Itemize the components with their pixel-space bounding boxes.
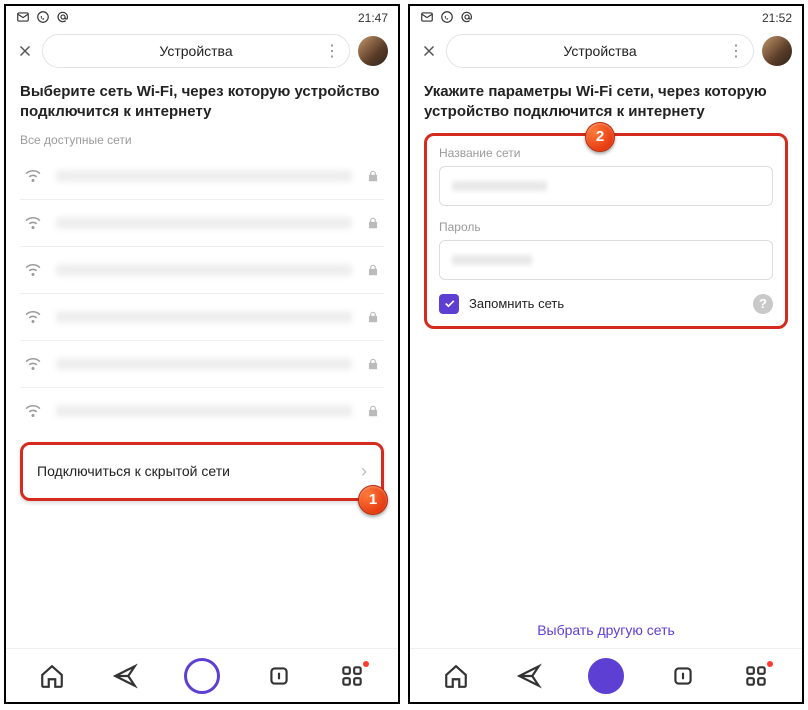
- hidden-network-label: Подключиться к скрытой сети: [37, 463, 230, 479]
- ssid-input[interactable]: [439, 166, 773, 206]
- clock-time: 21:47: [358, 11, 388, 25]
- more-icon[interactable]: ⋮: [728, 41, 743, 61]
- wifi-icon: [24, 402, 42, 420]
- close-icon[interactable]: [420, 42, 438, 60]
- wifi-icon: [24, 308, 42, 326]
- nav-tabs-icon[interactable]: [266, 663, 292, 689]
- nav-grid-icon[interactable]: [743, 663, 769, 689]
- lock-icon: [366, 263, 380, 277]
- at-icon: [460, 10, 474, 27]
- remember-label: Запомнить сеть: [469, 296, 564, 311]
- wifi-ssid-blurred: [56, 217, 352, 229]
- nav-send-icon[interactable]: [112, 663, 138, 689]
- other-network-link[interactable]: Выбрать другую сеть: [424, 622, 788, 648]
- nav-home-icon[interactable]: [443, 663, 469, 689]
- password-value-blurred: [452, 255, 532, 265]
- annotation-badge: 2: [585, 122, 615, 152]
- at-icon: [56, 10, 70, 27]
- lock-icon: [366, 216, 380, 230]
- app-header: Устройства ⋮: [410, 28, 802, 78]
- password-input[interactable]: [439, 240, 773, 280]
- help-icon[interactable]: ?: [753, 294, 773, 314]
- nav-alice-icon[interactable]: [588, 658, 624, 694]
- avatar[interactable]: [762, 36, 792, 66]
- close-icon[interactable]: [16, 42, 34, 60]
- bottom-nav: [6, 648, 398, 702]
- hidden-network-button[interactable]: Подключиться к скрытой сети ›: [23, 445, 381, 498]
- wifi-icon: [24, 355, 42, 373]
- lock-icon: [366, 169, 380, 183]
- page-heading: Укажите параметры Wi-Fi сети, через кото…: [424, 82, 788, 123]
- wifi-ssid-blurred: [56, 405, 352, 417]
- annotation-badge: 1: [358, 485, 388, 515]
- mail-icon: [420, 10, 434, 27]
- notification-dot: [363, 661, 369, 667]
- nav-home-icon[interactable]: [39, 663, 65, 689]
- lock-icon: [366, 357, 380, 371]
- wifi-list-item[interactable]: [20, 388, 384, 434]
- nav-send-icon[interactable]: [516, 663, 542, 689]
- wifi-ssid-blurred: [56, 170, 352, 182]
- header-pill[interactable]: Устройства ⋮: [42, 34, 350, 68]
- app-header: Устройства ⋮: [6, 28, 398, 78]
- notification-dot: [767, 661, 773, 667]
- header-title: Устройства: [563, 43, 636, 59]
- wifi-ssid-blurred: [56, 358, 352, 370]
- nav-alice-icon[interactable]: [184, 658, 220, 694]
- callout-hidden-network: Подключиться к скрытой сети › 1: [20, 442, 384, 501]
- wifi-icon: [24, 214, 42, 232]
- whatsapp-icon: [440, 10, 454, 27]
- clock-time: 21:52: [762, 11, 792, 25]
- bottom-nav: [410, 648, 802, 702]
- section-subhead: Все доступные сети: [20, 133, 384, 147]
- lock-icon: [366, 404, 380, 418]
- wifi-icon: [24, 167, 42, 185]
- lock-icon: [366, 310, 380, 324]
- wifi-list-item[interactable]: [20, 200, 384, 247]
- wifi-list-item[interactable]: [20, 247, 384, 294]
- more-icon[interactable]: ⋮: [324, 41, 339, 61]
- nav-tabs-icon[interactable]: [670, 663, 696, 689]
- callout-form: 2 Название сети Пароль Запомнить сеть ?: [424, 133, 788, 329]
- password-label: Пароль: [439, 220, 773, 234]
- wifi-list-item[interactable]: [20, 294, 384, 341]
- whatsapp-icon: [36, 10, 50, 27]
- wifi-list-item[interactable]: [20, 153, 384, 200]
- header-pill[interactable]: Устройства ⋮: [446, 34, 754, 68]
- wifi-ssid-blurred: [56, 264, 352, 276]
- avatar[interactable]: [358, 36, 388, 66]
- wifi-list-item[interactable]: [20, 341, 384, 388]
- mail-icon: [16, 10, 30, 27]
- remember-checkbox[interactable]: [439, 294, 459, 314]
- status-bar: 21:52: [410, 6, 802, 28]
- header-title: Устройства: [159, 43, 232, 59]
- wifi-list: [20, 153, 384, 434]
- nav-grid-icon[interactable]: [339, 663, 365, 689]
- status-bar: 21:47: [6, 6, 398, 28]
- ssid-value-blurred: [452, 181, 547, 191]
- phone-screen-left: 21:47 Устройства ⋮ Выберите сеть Wi-Fi, …: [4, 4, 400, 704]
- phone-screen-right: 21:52 Устройства ⋮ Укажите параметры Wi-…: [408, 4, 804, 704]
- wifi-ssid-blurred: [56, 311, 352, 323]
- page-heading: Выберите сеть Wi-Fi, через которую устро…: [20, 82, 384, 123]
- chevron-right-icon: ›: [361, 461, 367, 482]
- wifi-icon: [24, 261, 42, 279]
